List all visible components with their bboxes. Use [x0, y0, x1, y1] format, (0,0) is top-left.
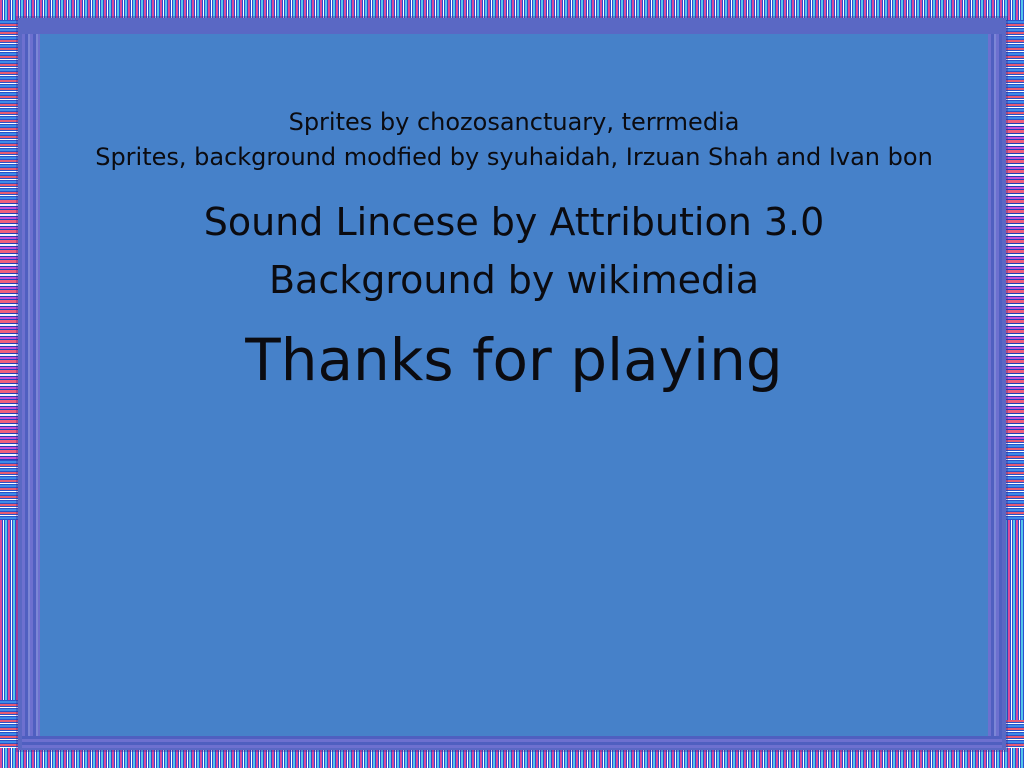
frame-left-edge [22, 34, 40, 736]
sound-license-credit: Sound Lincese by Attribution 3.0 [203, 200, 825, 244]
thanks-message: Thanks for playing [245, 326, 783, 394]
frame-bottom-edge [22, 736, 1002, 748]
modification-credit: Sprites, background modfied by syuhaidah… [95, 143, 933, 171]
sprites-credit: Sprites by chozosanctuary, terrmedia [288, 108, 740, 136]
frame-right-edge [988, 34, 1002, 736]
background-credit: Background by wikimedia [268, 258, 760, 302]
